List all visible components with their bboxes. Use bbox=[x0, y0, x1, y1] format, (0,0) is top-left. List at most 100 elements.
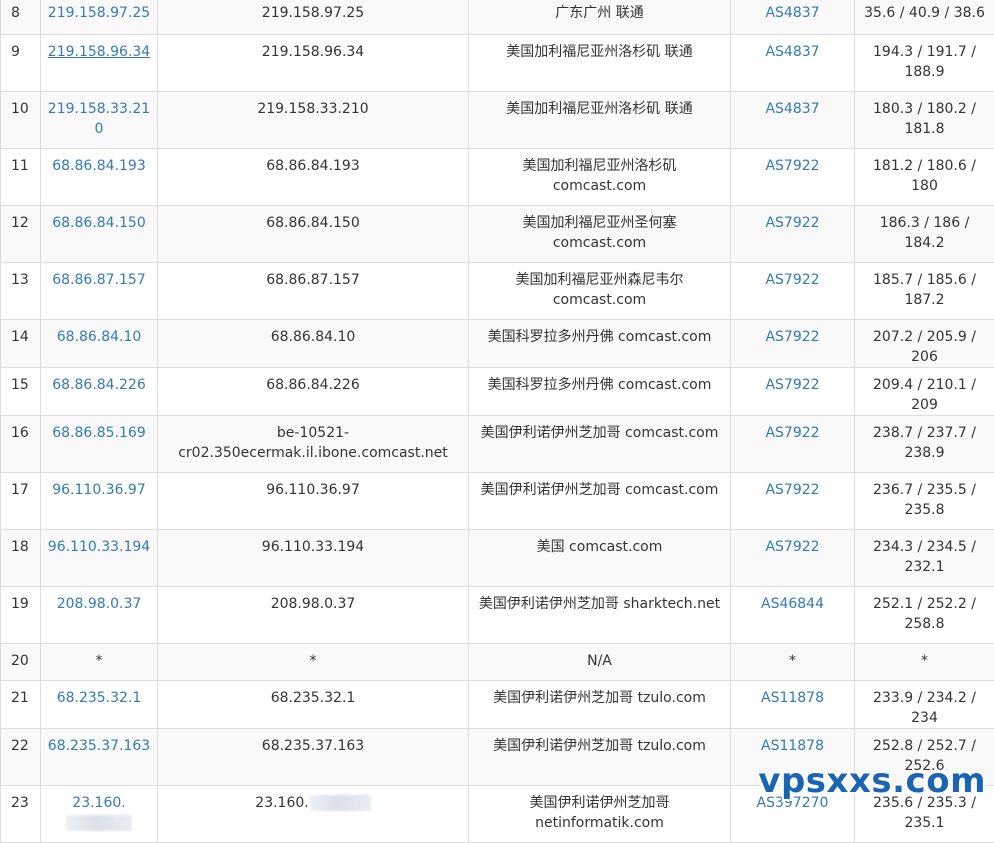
asn-link[interactable]: AS7922 bbox=[765, 539, 819, 555]
asn-link[interactable]: AS7922 bbox=[765, 215, 819, 231]
latency-text: 207.2 / 205.9 / 206 bbox=[859, 327, 990, 367]
latency-cell: 233.9 / 234.2 / 234 bbox=[855, 681, 994, 729]
asn-link[interactable]: AS7922 bbox=[765, 377, 819, 393]
latency-text: 238.7 / 237.7 / bbox=[859, 423, 990, 443]
ip-link[interactable]: 23.160. bbox=[72, 795, 125, 811]
asn-cell: AS4837 bbox=[731, 0, 855, 35]
latency-cell: * bbox=[855, 644, 994, 681]
latency-cell: 252.1 / 252.2 /258.8 bbox=[855, 587, 994, 644]
ip-link[interactable]: 68.86.84.193 bbox=[52, 158, 146, 174]
asn-link[interactable]: AS7922 bbox=[765, 272, 819, 288]
latency-text: 185.7 / 185.6 / bbox=[859, 270, 990, 290]
latency-text: 235.1 bbox=[859, 813, 990, 833]
location-text: comcast.com bbox=[473, 233, 726, 253]
latency-text: 188.9 bbox=[859, 62, 990, 82]
asn-cell: AS7922 bbox=[731, 368, 855, 416]
latency-text: 252.8 / 252.7 / bbox=[859, 736, 990, 756]
asn-link[interactable]: AS7922 bbox=[765, 329, 819, 345]
hop-number-cell: 21 bbox=[1, 681, 41, 729]
latency-text: 186.3 / 186 / 184.2 bbox=[859, 213, 990, 253]
ip-link[interactable]: 219.158.33.210 bbox=[48, 101, 150, 137]
hostname-text: 23.160. bbox=[255, 795, 308, 811]
ip-cell: 68.235.32.1 bbox=[41, 681, 158, 729]
location-cell: 美国加利福尼亚州圣何塞comcast.com bbox=[469, 206, 731, 263]
hostname-text: cr02.350ecermak.il.ibone.comcast.net bbox=[162, 443, 464, 463]
hostname-text: 219.158.97.25 bbox=[262, 5, 364, 21]
location-cell: 美国伊利诺伊州芝加哥 comcast.com bbox=[469, 416, 731, 473]
hostname-text: 96.110.36.97 bbox=[266, 482, 360, 498]
location-text: N/A bbox=[473, 651, 726, 671]
latency-text: 35.6 / 40.9 / 38.6 bbox=[859, 3, 990, 23]
ip-link[interactable]: 219.158.97.25 bbox=[48, 5, 150, 21]
ip-link[interactable]: 96.110.36.97 bbox=[52, 482, 146, 498]
hostname-cell: 68.86.84.226 bbox=[158, 368, 469, 416]
table-row: 8219.158.97.25219.158.97.25广东广州 联通AS4837… bbox=[1, 0, 994, 35]
hop-number: 22 bbox=[11, 738, 29, 754]
asn-cell: AS46844 bbox=[731, 587, 855, 644]
ip-link[interactable]: 208.98.0.37 bbox=[57, 596, 142, 612]
asn-link[interactable]: AS4837 bbox=[765, 44, 819, 60]
location-cell: 美国加利福尼亚州洛杉矶 联通 bbox=[469, 92, 731, 149]
ip-link[interactable]: 68.86.84.10 bbox=[57, 329, 142, 345]
asn-link[interactable]: AS7922 bbox=[765, 482, 819, 498]
asn-link[interactable]: AS4837 bbox=[765, 101, 819, 117]
location-cell: 美国伊利诺伊州芝加哥 sharktech.net bbox=[469, 587, 731, 644]
location-cell: 美国加利福尼亚州洛杉矶comcast.com bbox=[469, 149, 731, 206]
hostname-text: 68.235.32.1 bbox=[271, 690, 356, 706]
ip-cell: 219.158.33.210 bbox=[41, 92, 158, 149]
location-text: 美国加利福尼亚州洛杉矶 bbox=[473, 156, 726, 176]
location-text: 美国科罗拉多州丹佛 comcast.com bbox=[473, 327, 726, 347]
latency-cell: 186.3 / 186 / 184.2 bbox=[855, 206, 994, 263]
asn-cell: * bbox=[731, 644, 855, 681]
location-cell: 美国伊利诺伊州芝加哥 tzulo.com bbox=[469, 681, 731, 729]
asn-link[interactable]: AS11878 bbox=[761, 738, 824, 754]
hop-number: 18 bbox=[11, 539, 29, 555]
location-text: 美国伊利诺伊州芝加哥 sharktech.net bbox=[473, 594, 726, 614]
location-text: 美国伊利诺伊州芝加哥 bbox=[473, 793, 726, 813]
hostname-text: 68.86.84.10 bbox=[271, 329, 356, 345]
asn-link[interactable]: AS46844 bbox=[761, 596, 824, 612]
asn-link[interactable]: AS4837 bbox=[765, 5, 819, 21]
location-cell: 美国加利福尼亚州洛杉矶 联通 bbox=[469, 35, 731, 92]
ip-link[interactable]: 68.86.87.157 bbox=[52, 272, 146, 288]
ip-link[interactable]: 68.86.85.169 bbox=[52, 425, 146, 441]
hostname-text: * bbox=[310, 653, 317, 669]
asn-cell: AS7922 bbox=[731, 530, 855, 587]
latency-text: 180.3 / 180.2 / bbox=[859, 99, 990, 119]
ip-link[interactable]: 96.110.33.194 bbox=[48, 539, 150, 555]
hop-number: 12 bbox=[11, 215, 29, 231]
asn-cell: AS7922 bbox=[731, 263, 855, 320]
latency-cell: 185.7 / 185.6 /187.2 bbox=[855, 263, 994, 320]
hop-number: 9 bbox=[11, 44, 20, 60]
latency-cell: 181.2 / 180.6 / 180 bbox=[855, 149, 994, 206]
ip-cell: 219.158.97.25 bbox=[41, 0, 158, 35]
hop-number: 19 bbox=[11, 596, 29, 612]
location-text: netinformatik.com bbox=[473, 813, 726, 833]
asn-link[interactable]: AS11878 bbox=[761, 690, 824, 706]
asn-cell: AS11878 bbox=[731, 681, 855, 729]
hop-number-cell: 12 bbox=[1, 206, 41, 263]
location-text: 美国加利福尼亚州洛杉矶 联通 bbox=[473, 42, 726, 62]
hostname-cell: 68.235.37.163 bbox=[158, 729, 469, 786]
ip-link[interactable]: 219.158.96.34 bbox=[48, 44, 150, 60]
traceroute-table: 8219.158.97.25219.158.97.25广东广州 联通AS4837… bbox=[0, 0, 994, 843]
ip-cell: 96.110.36.97 bbox=[41, 473, 158, 530]
ip-link[interactable]: 68.86.84.150 bbox=[52, 215, 146, 231]
location-text: 美国伊利诺伊州芝加哥 tzulo.com bbox=[473, 688, 726, 708]
redacted-blur bbox=[309, 795, 371, 811]
asn-link[interactable]: AS7922 bbox=[765, 158, 819, 174]
location-text: 美国科罗拉多州丹佛 comcast.com bbox=[473, 375, 726, 395]
table-row: 14 68.86.84.10 68.86.84.10 美国科罗拉多州丹佛 comcas… bbox=[1, 320, 994, 368]
table-row: 10219.158.33.210219.158.33.210美国加利福尼亚州洛杉… bbox=[1, 92, 994, 149]
ip-link[interactable]: 68.86.84.226 bbox=[52, 377, 146, 393]
table-row: 1168.86.84.19368.86.84.193美国加利福尼亚州洛杉矶com… bbox=[1, 149, 994, 206]
location-cell: 美国科罗拉多州丹佛 comcast.com bbox=[469, 368, 731, 416]
asn-link[interactable]: AS7922 bbox=[765, 425, 819, 441]
hop-number: 23 bbox=[11, 795, 29, 811]
hop-number: 14 bbox=[11, 329, 29, 345]
hop-number: 20 bbox=[11, 653, 29, 669]
ip-link[interactable]: 68.235.37.163 bbox=[48, 738, 150, 754]
ip-link[interactable]: 68.235.32.1 bbox=[57, 690, 142, 706]
asn-cell: AS7922 bbox=[731, 416, 855, 473]
latency-text: 181.2 / 180.6 / 180 bbox=[859, 156, 990, 196]
